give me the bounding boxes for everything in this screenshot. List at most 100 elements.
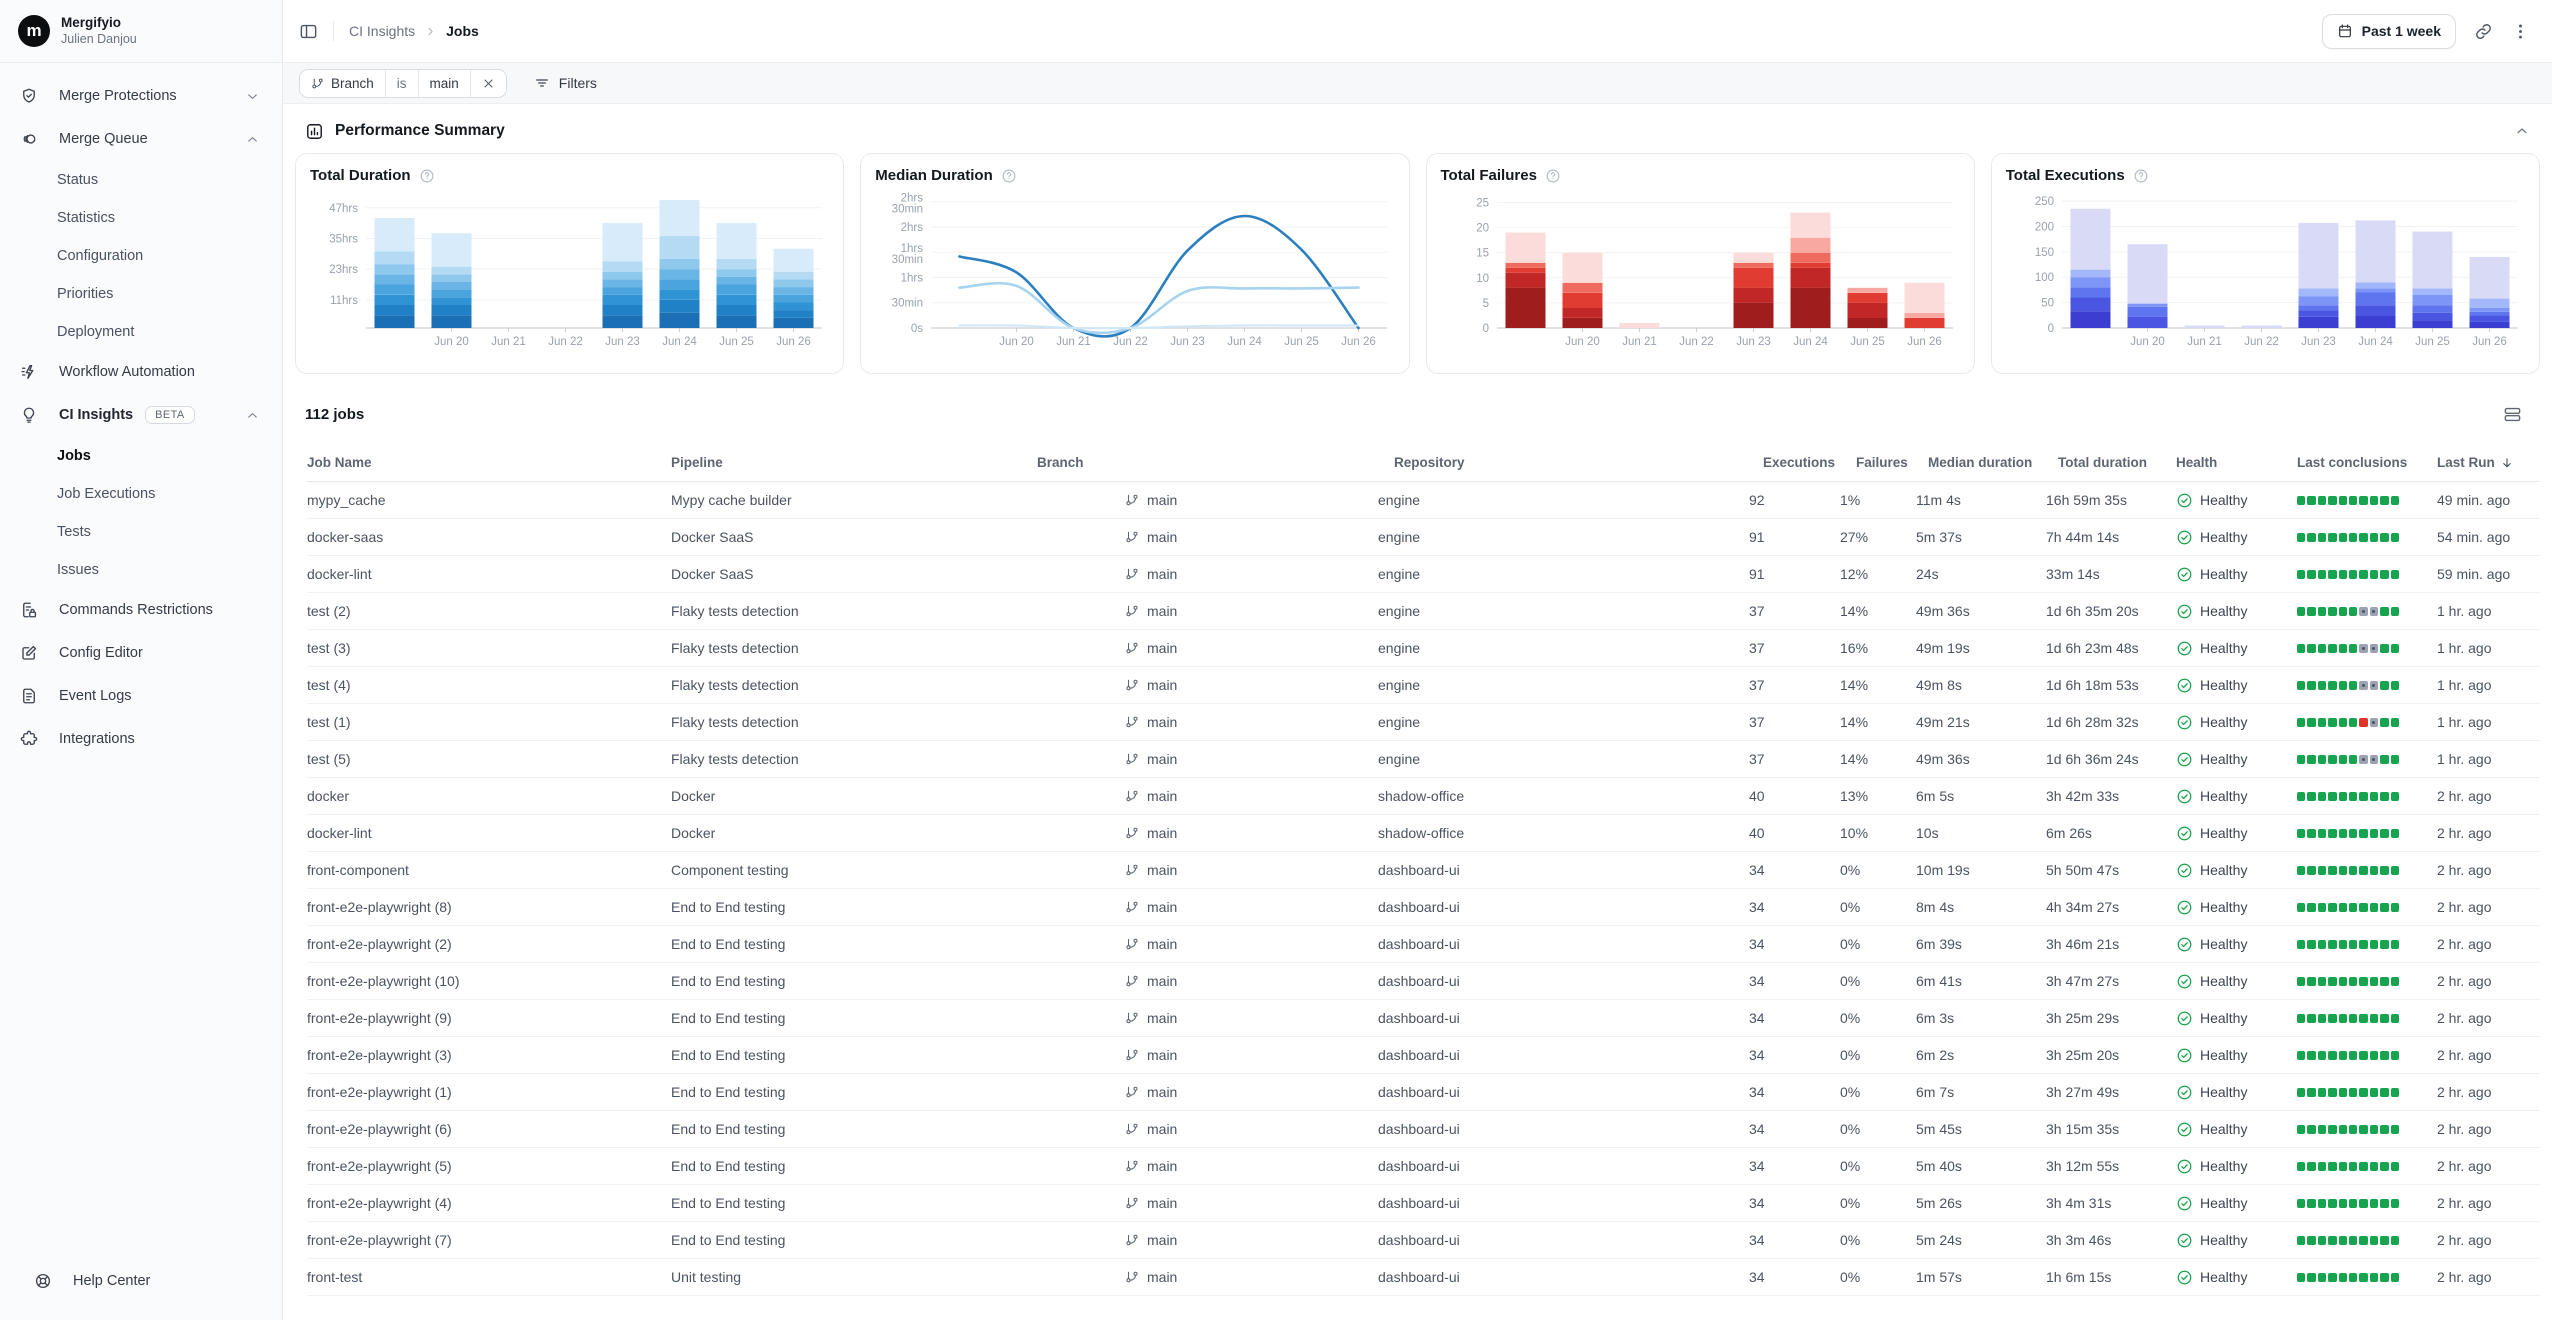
conclusion-success (2380, 644, 2388, 653)
help-circle-icon[interactable] (419, 168, 435, 184)
performance-summary-header: Performance Summary (305, 116, 2538, 146)
sidebar-item-integrations[interactable]: Integrations (12, 720, 270, 758)
column-header-health[interactable]: Health (2176, 455, 2297, 470)
column-header-pipeline[interactable]: Pipeline (671, 455, 1037, 470)
cell-lastRun: 1 hr. ago (2437, 751, 2540, 767)
sidebar-item-config-editor[interactable]: Config Editor (12, 634, 270, 672)
breadcrumb-ci-insights[interactable]: CI Insights (349, 23, 415, 39)
date-range-button[interactable]: Past 1 week (2322, 14, 2456, 49)
conclusion-squares[interactable] (2297, 644, 2399, 653)
conclusion-squares[interactable] (2297, 1088, 2399, 1097)
sidebar-item-ci-insights[interactable]: CI InsightsBETA (12, 396, 270, 434)
filter-value[interactable]: main (419, 70, 471, 97)
conclusion-squares[interactable] (2297, 866, 2399, 875)
table-row[interactable]: dockerDockermainshadow-office4013%6m 5s3… (307, 778, 2540, 815)
svg-text:15: 15 (1476, 248, 1489, 260)
table-row[interactable]: test (2)Flaky tests detectionmainengine3… (307, 593, 2540, 630)
sidebar-item-issues[interactable]: Issues (12, 553, 270, 586)
table-row[interactable]: test (5)Flaky tests detectionmainengine3… (307, 741, 2540, 778)
sidebar-item-jobs[interactable]: Jobs (12, 439, 270, 472)
column-header-executions[interactable]: Executions (1749, 455, 1840, 470)
sidebar-item-deployment[interactable]: Deployment (12, 315, 270, 348)
sidebar-item-help-center[interactable]: Help Center (12, 1262, 270, 1300)
table-row[interactable]: test (4)Flaky tests detectionmainengine3… (307, 667, 2540, 704)
help-circle-icon[interactable] (1001, 168, 1017, 184)
conclusion-squares[interactable] (2297, 792, 2399, 801)
sidebar-item-merge-queue[interactable]: Merge Queue (12, 120, 270, 158)
conclusion-squares[interactable] (2297, 1051, 2399, 1060)
conclusion-squares[interactable] (2297, 829, 2399, 838)
table-row[interactable]: front-e2e-playwright (2)End to End testi… (307, 926, 2540, 963)
column-header-conclusions[interactable]: Last conclusions (2297, 455, 2437, 470)
conclusion-squares[interactable] (2297, 755, 2399, 764)
sidebar-item-priorities[interactable]: Priorities (12, 277, 270, 310)
conclusion-squares[interactable] (2297, 570, 2399, 579)
view-toggle-icon[interactable] (2503, 405, 2522, 424)
conclusion-squares[interactable] (2297, 1236, 2399, 1245)
table-row[interactable]: mypy_cacheMypy cache buildermainengine92… (307, 482, 2540, 519)
conclusion-squares[interactable] (2297, 1162, 2399, 1171)
conclusion-squares[interactable] (2297, 903, 2399, 912)
kebab-menu-icon[interactable] (2511, 22, 2530, 41)
sidebar-item-configuration[interactable]: Configuration (12, 239, 270, 272)
table-row[interactable]: test (3)Flaky tests detectionmainengine3… (307, 630, 2540, 667)
table-row[interactable]: front-testUnit testingmaindashboard-ui34… (307, 1259, 2540, 1296)
sidebar-item-merge-protections[interactable]: Merge Protections (12, 77, 270, 115)
table-row[interactable]: front-e2e-playwright (3)End to End testi… (307, 1037, 2540, 1074)
sidebar-item-workflow-automation[interactable]: Workflow Automation (12, 353, 270, 391)
conclusion-squares[interactable] (2297, 1273, 2399, 1282)
table-row[interactable]: docker-lintDocker SaaSmainengine9112%24s… (307, 556, 2540, 593)
column-header-branch[interactable]: Branch (1037, 455, 1378, 470)
collapse-section-icon[interactable] (2514, 123, 2530, 139)
sidebar-item-statistics[interactable]: Statistics (12, 201, 270, 234)
table-row[interactable]: test (1)Flaky tests detectionmainengine3… (307, 704, 2540, 741)
help-circle-icon[interactable] (1545, 168, 1561, 184)
table-row[interactable]: front-componentComponent testingmaindash… (307, 852, 2540, 889)
conclusion-squares[interactable] (2297, 1014, 2399, 1023)
table-row[interactable]: docker-lintDockermainshadow-office4010%1… (307, 815, 2540, 852)
column-header-repository[interactable]: Repository (1378, 455, 1749, 470)
conclusion-squares[interactable] (2297, 1125, 2399, 1134)
table-row[interactable]: front-e2e-playwright (6)End to End testi… (307, 1111, 2540, 1148)
table-row[interactable]: front-e2e-playwright (4)End to End testi… (307, 1185, 2540, 1222)
table-row[interactable]: docker-saasDocker SaaSmainengine9127%5m … (307, 519, 2540, 556)
cell-total: 1d 6h 36m 24s (2046, 751, 2176, 767)
conclusion-squares[interactable] (2297, 940, 2399, 949)
sidebar-item-status[interactable]: Status (12, 163, 270, 196)
table-row[interactable]: front-e2e-playwright (1)End to End testi… (307, 1074, 2540, 1111)
column-header-median[interactable]: Median duration (1916, 455, 2046, 470)
sidebar-item-commands-restrictions[interactable]: Commands Restrictions (12, 591, 270, 629)
table-row[interactable]: front-e2e-playwright (5)End to End testi… (307, 1148, 2540, 1185)
table-row[interactable]: front-e2e-playwright (9)End to End testi… (307, 1000, 2540, 1037)
filter-remove[interactable] (471, 70, 506, 97)
cell-failures: 0% (1840, 1269, 1916, 1285)
column-header-name[interactable]: Job Name (307, 455, 671, 470)
conclusion-squares[interactable] (2297, 607, 2399, 616)
sidebar-item-tests[interactable]: Tests (12, 515, 270, 548)
filter-field[interactable]: Branch (300, 70, 386, 97)
table-row[interactable]: front-e2e-playwright (7)End to End testi… (307, 1222, 2540, 1259)
sidebar-item-event-logs[interactable]: Event Logs (12, 677, 270, 715)
column-header-lastRun[interactable]: Last Run (2437, 455, 2540, 470)
filters-button[interactable]: Filters (534, 75, 597, 91)
column-header-failures[interactable]: Failures (1840, 455, 1916, 470)
conclusion-squares[interactable] (2297, 718, 2399, 727)
chevrons-up-down-icon[interactable] (250, 22, 268, 40)
link-icon[interactable] (2474, 22, 2493, 41)
table-row[interactable]: front-e2e-playwright (10)End to End test… (307, 963, 2540, 1000)
help-circle-icon[interactable] (2133, 168, 2149, 184)
conclusion-squares[interactable] (2297, 681, 2399, 690)
conclusion-squares[interactable] (2297, 977, 2399, 986)
column-header-total[interactable]: Total duration (2046, 455, 2176, 470)
conclusion-squares[interactable] (2297, 496, 2399, 505)
filter-operator[interactable]: is (386, 70, 419, 97)
cell-repository: dashboard-ui (1378, 1084, 1749, 1100)
conclusion-success (2297, 570, 2305, 579)
sidebar-item-job-executions[interactable]: Job Executions (12, 477, 270, 510)
panel-left-icon[interactable] (299, 22, 318, 41)
conclusion-squares[interactable] (2297, 1199, 2399, 1208)
org-switcher[interactable]: m Mergifyio Julien Danjou (0, 0, 282, 63)
conclusion-success (2328, 607, 2336, 616)
table-row[interactable]: front-e2e-playwright (8)End to End testi… (307, 889, 2540, 926)
conclusion-squares[interactable] (2297, 533, 2399, 542)
